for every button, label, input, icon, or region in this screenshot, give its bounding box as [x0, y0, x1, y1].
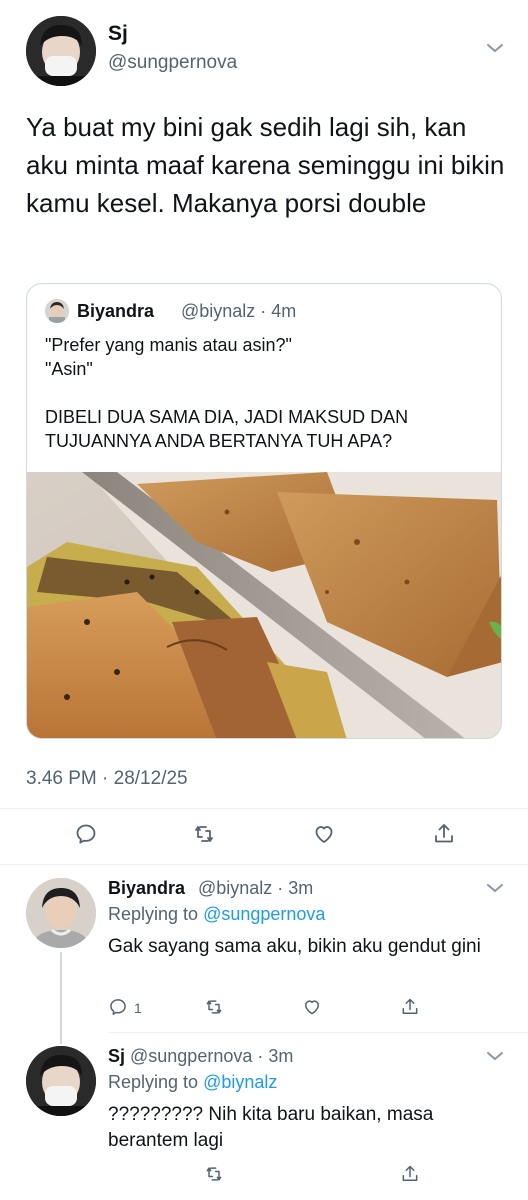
reply-author-handle[interactable]: @sungpernova · 3m [130, 1046, 293, 1067]
chevron-down-icon[interactable] [486, 882, 504, 894]
retweet-icon[interactable] [204, 997, 224, 1017]
food-photo[interactable] [27, 472, 501, 738]
like-icon[interactable] [302, 997, 322, 1017]
retweet-icon[interactable] [192, 822, 216, 846]
reply-author-name[interactable]: Biyandra [108, 878, 185, 899]
reply-author-handle[interactable]: @biynalz · 3m [198, 878, 313, 899]
share-icon[interactable] [400, 997, 420, 1017]
quote-author-handle: @biynalz · 4m [181, 301, 297, 321]
replying-to-link[interactable]: @biynalz [203, 1072, 277, 1092]
reply-author-name[interactable]: Sj [108, 1046, 125, 1067]
share-icon[interactable] [432, 822, 456, 846]
like-icon[interactable] [312, 822, 336, 846]
reply-icon[interactable] [108, 997, 128, 1017]
thread-connector [60, 952, 62, 1044]
divider [0, 864, 528, 865]
reply-icon[interactable] [74, 822, 98, 846]
author-handle[interactable]: @sungpernova [108, 52, 237, 74]
chevron-down-icon[interactable] [486, 42, 504, 54]
avatar-sj[interactable] [26, 1046, 96, 1116]
replying-to-link[interactable]: @sungpernova [203, 904, 325, 924]
replying-to-label: Replying to [108, 1072, 199, 1092]
avatar-biyandra[interactable] [26, 878, 96, 948]
quote-avatar [45, 299, 69, 323]
retweet-icon[interactable] [204, 1164, 224, 1184]
author-name[interactable]: Sj [108, 22, 128, 46]
chevron-down-icon[interactable] [486, 1050, 504, 1062]
reply-text: ????????? Nih kita baru baikan, masa ber… [108, 1104, 434, 1151]
divider [108, 1032, 528, 1033]
tweet-text: Ya buat my bini gak sedih lagi sih, kan … [26, 112, 505, 218]
replying-to-label: Replying to [108, 904, 199, 924]
reply-text: Gak sayang sama aku, bikin aku gendut gi… [108, 936, 481, 957]
quote-text: "Prefer yang manis atau asin?" "Asin" DI… [45, 335, 409, 451]
tweet-timestamp: 3.46 PM · 28/12/25 [26, 768, 188, 789]
divider [0, 808, 528, 809]
quoted-tweet[interactable]: Biyandra @biynalz · 4m "Prefer yang mani… [26, 283, 502, 739]
share-icon[interactable] [400, 1164, 420, 1184]
reply-count: 1 [134, 1000, 142, 1016]
quote-author-name: Biyandra [77, 301, 155, 321]
avatar-sj[interactable] [26, 16, 96, 86]
